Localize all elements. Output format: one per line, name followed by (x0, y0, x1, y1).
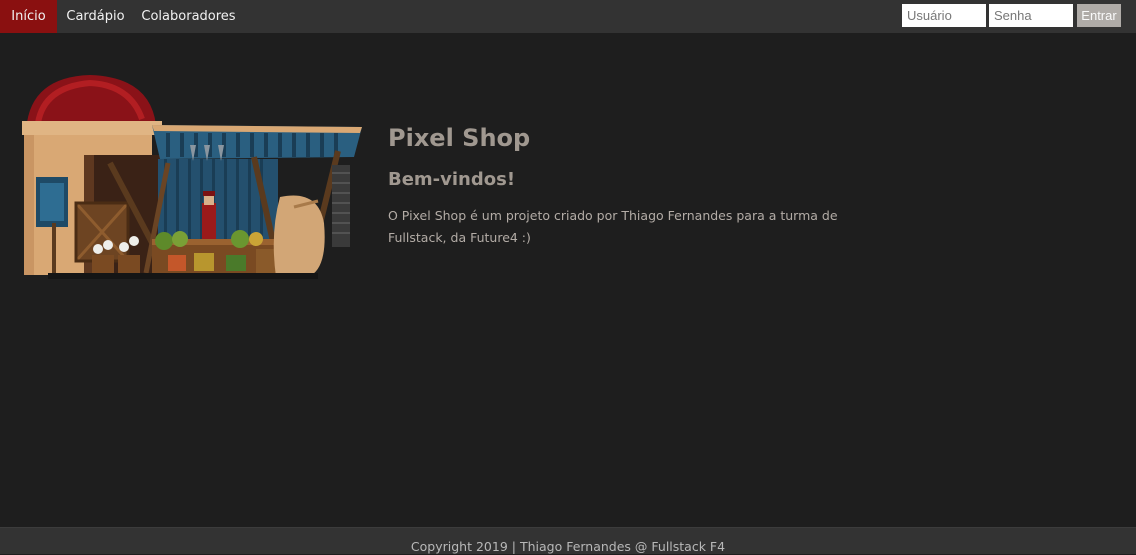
username-input[interactable] (902, 4, 986, 27)
login-button[interactable]: Entrar (1077, 4, 1121, 27)
footer-copyright: Copyright 2019 | Thiago Fernandes @ Full… (410, 539, 726, 554)
welcome-heading: Bem-vindos! (388, 169, 516, 190)
page-title: Pixel Shop (388, 124, 531, 152)
nav-link-collaborators[interactable]: Colaboradores (134, 0, 243, 33)
market-stall-image (22, 75, 362, 279)
intro-paragraph: O Pixel Shop é um projeto criado por Thi… (388, 208, 838, 245)
nav-link-home[interactable]: Início (0, 0, 57, 33)
top-navbar: Início Cardápio Colaboradores Entrar (0, 0, 1136, 33)
nav-link-menu[interactable]: Cardápio (57, 0, 134, 33)
password-input[interactable] (989, 4, 1073, 27)
footer: Copyright 2019 | Thiago Fernandes @ Full… (0, 527, 1136, 554)
